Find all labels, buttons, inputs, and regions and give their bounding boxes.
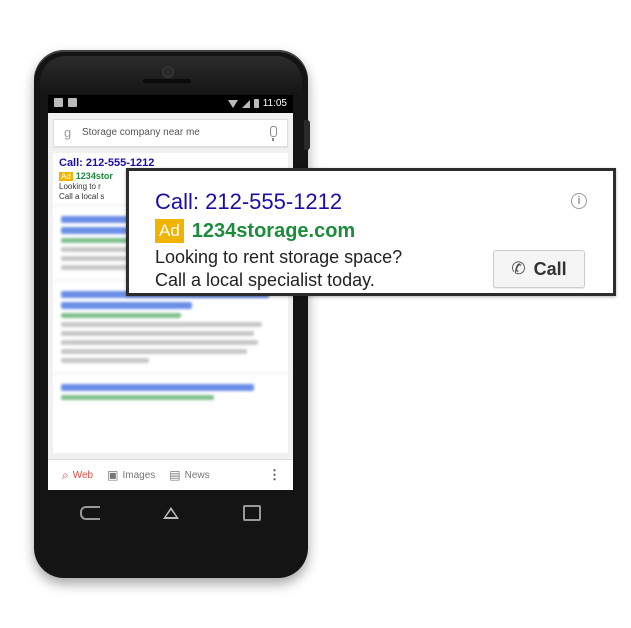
ad-description-line-2: Call a local specialist today. (155, 270, 375, 290)
tab-news-label: News (184, 469, 210, 481)
android-nav-bar (48, 495, 293, 531)
info-icon[interactable]: i (571, 193, 587, 209)
tab-web[interactable]: ⌕ Web (62, 468, 93, 483)
tab-images[interactable]: ▣ Images (107, 468, 155, 482)
mobile-ad-badge: Ad (59, 171, 73, 181)
more-options-icon[interactable]: ⋮ (268, 467, 281, 483)
tab-news[interactable]: ▤ News (169, 468, 209, 482)
signal-icon (241, 99, 250, 108)
microphone-icon[interactable] (270, 126, 277, 141)
wifi-icon (227, 99, 238, 108)
mobile-ad-url: 1234stor (75, 171, 113, 181)
news-icon: ▤ (169, 468, 181, 482)
earpiece-speaker (143, 79, 191, 83)
back-icon[interactable] (79, 506, 100, 520)
call-button[interactable]: ✆ Call (493, 250, 585, 288)
image-notification-icon (54, 98, 63, 107)
ad-callout: Call: 212-555-1212 i Ad 1234storage.com … (126, 168, 616, 296)
tab-images-label: Images (122, 469, 156, 481)
google-g-icon: g (64, 125, 72, 140)
power-button[interactable] (304, 120, 310, 150)
recent-apps-icon[interactable] (243, 505, 262, 521)
camera-icon: ▣ (107, 468, 119, 482)
phone-icon: ✆ (511, 259, 526, 278)
status-bar: 11:05 (48, 95, 293, 113)
home-icon[interactable] (163, 507, 180, 519)
ad-call-link[interactable]: Call: 212-555-1212 (155, 189, 342, 215)
phone-device: 11:05 g Storage company near me Call: 21… (34, 50, 310, 578)
ad-display-url[interactable]: 1234storage.com (192, 220, 355, 243)
search-tabs: ⌕ Web ▣ Images ▤ News ⋮ (48, 459, 293, 490)
search-query: Storage company near me (82, 127, 200, 138)
tab-web-label: Web (72, 469, 94, 481)
front-camera (162, 66, 174, 78)
battery-icon (253, 99, 259, 108)
call-button-label: Call (533, 258, 567, 279)
search-input[interactable]: g Storage company near me (53, 119, 288, 147)
ad-badge: Ad (155, 219, 184, 243)
ad-description-line-1: Looking to rent storage space? (155, 247, 403, 267)
camera-notification-icon (68, 98, 77, 107)
blurred-result-3[interactable] (53, 373, 288, 410)
search-icon: ⌕ (62, 467, 69, 482)
status-time: 11:05 (262, 98, 287, 109)
